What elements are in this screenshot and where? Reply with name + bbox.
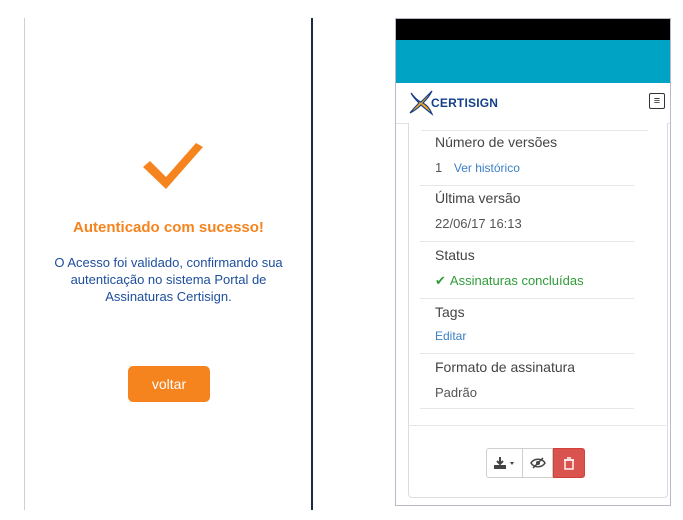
status-value: ✔ Assinaturas concluídas <box>435 273 584 289</box>
edit-tags-link[interactable]: Editar <box>435 329 466 343</box>
detail-value: Padrão <box>435 385 477 400</box>
success-message: O Acesso foi validado, confirmando sua a… <box>54 255 283 304</box>
versions-count: 1 <box>435 160 443 175</box>
hide-preview-button[interactable] <box>523 448 553 478</box>
detail-value: 22/06/17 16:13 <box>435 216 522 231</box>
document-details-screen: CERTISIGN ≡ Número de versões 1 Ver hist… <box>395 18 671 506</box>
detail-label: Formato de assinatura <box>435 359 576 375</box>
checkmark-icon <box>143 143 203 189</box>
detail-row-last-version: Última versão 22/06/17 16:13 <box>420 185 634 242</box>
hamburger-icon: ≡ <box>653 94 661 107</box>
document-actions <box>486 448 585 478</box>
detail-row-versions: Número de versões 1 Ver histórico <box>420 131 634 186</box>
detail-label: Número de versões <box>435 134 558 150</box>
detail-row-status: Status ✔ Assinaturas concluídas <box>420 241 634 299</box>
back-button[interactable]: voltar <box>128 366 210 402</box>
detail-label: Última versão <box>435 190 521 206</box>
menu-button[interactable]: ≡ <box>649 93 665 109</box>
eye-slash-icon <box>529 457 546 469</box>
app-bar <box>396 40 670 83</box>
footer-divider <box>408 425 666 426</box>
detail-label: Tags <box>435 304 465 320</box>
auth-success-screen: Autenticado com sucesso! O Acesso foi va… <box>24 18 313 510</box>
trash-icon <box>564 456 574 470</box>
status-bar <box>396 19 670 40</box>
detail-row-signature-format: Formato de assinatura Padrão <box>420 353 634 409</box>
status-text: Assinaturas concluídas <box>449 273 584 288</box>
delete-button[interactable] <box>553 448 585 478</box>
detail-row-tags: Tags Editar <box>420 298 634 354</box>
detail-label: Status <box>435 247 475 263</box>
history-link[interactable]: Ver histórico <box>454 161 520 175</box>
check-icon: ✔ <box>435 273 446 288</box>
detail-value: 1 Ver histórico <box>435 160 520 175</box>
download-button[interactable] <box>486 448 523 478</box>
brand-name: CERTISIGN <box>431 96 499 110</box>
brand-bar: CERTISIGN ≡ <box>396 83 670 124</box>
download-icon <box>493 457 514 469</box>
success-title: Autenticado com sucesso! <box>73 219 264 236</box>
